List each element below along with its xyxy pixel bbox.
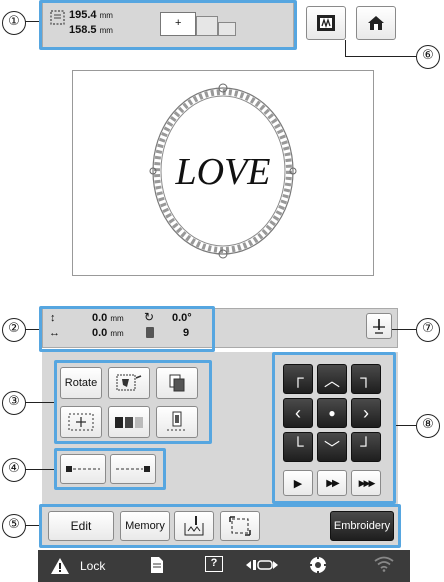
color-blocks-icon	[115, 417, 143, 428]
callout-7: ⑦	[416, 318, 440, 342]
corner-down-left-icon: └	[292, 438, 304, 455]
edit-button[interactable]: Edit	[48, 511, 114, 541]
chevron-right-icon: ›	[363, 402, 369, 423]
basting-button[interactable]	[174, 511, 214, 541]
width-unit: mm	[99, 26, 113, 35]
first-stitch-icon	[66, 466, 100, 472]
fastest-forward-icon: ▶▶▶	[358, 477, 376, 488]
rotation-icon: ↻	[144, 310, 155, 324]
callout-2-leader	[25, 329, 39, 330]
move-up-button[interactable]: ︿	[317, 364, 347, 394]
center-button[interactable]: ●	[317, 398, 347, 428]
move-down-left-button[interactable]: └	[283, 432, 313, 462]
lock-button[interactable]: Lock	[50, 556, 105, 576]
thread-density-button[interactable]	[156, 406, 198, 438]
chevron-down-icon: ﹀	[323, 441, 340, 458]
last-stitch-icon	[116, 466, 150, 472]
presser-foot-icon[interactable]	[244, 556, 280, 574]
callout-8-leader	[396, 425, 416, 426]
hoop-size-indicator: +	[160, 12, 196, 36]
size-icon	[50, 10, 65, 25]
move-left-button[interactable]: ‹	[283, 398, 313, 428]
move-right-button[interactable]: ›	[351, 398, 381, 428]
settings-icon[interactable]	[308, 555, 328, 575]
hoop-size-medium	[196, 16, 218, 36]
play-button[interactable]: ▶	[283, 470, 313, 496]
horizontal-position-value: 0.0	[92, 327, 108, 339]
faster-forward-button[interactable]: ▶▶▶	[351, 470, 381, 496]
rotate-button[interactable]: Rotate	[60, 367, 102, 399]
size-button[interactable]	[60, 406, 102, 438]
callout-7-leader	[392, 329, 416, 330]
fast-forward-icon: ▶▶	[326, 477, 339, 489]
callout-4: ④	[2, 458, 26, 482]
height-value: 195.4	[69, 9, 97, 21]
width-value: 158.5	[69, 24, 97, 36]
spool-icon	[167, 411, 187, 431]
color-change-button[interactable]	[108, 406, 150, 438]
help-button[interactable]: ?	[205, 556, 223, 572]
callout-2: ②	[2, 318, 26, 342]
chevron-left-icon: ‹	[295, 402, 301, 423]
needle-position-button[interactable]	[366, 313, 392, 339]
trial-button[interactable]	[220, 511, 260, 541]
frame-preview-icon	[317, 15, 335, 31]
center-dot-icon: ●	[328, 406, 336, 420]
trial-frame-icon	[229, 516, 251, 536]
vertical-position-value: 0.0	[92, 312, 108, 324]
resize-icon	[68, 413, 94, 431]
vertical-position-unit: mm	[110, 314, 124, 323]
move-down-button[interactable]: ﹀	[317, 432, 347, 462]
basting-icon	[184, 516, 204, 536]
callout-1-leader	[25, 21, 39, 22]
play-icon: ▶	[293, 477, 303, 490]
help-label: ?	[210, 557, 218, 569]
hoop-size-small	[218, 22, 236, 36]
corner-down-right-icon: ┘	[360, 438, 372, 455]
fast-forward-button[interactable]: ▶▶	[317, 470, 347, 496]
warning-icon	[51, 558, 69, 574]
callout-3: ③	[2, 391, 26, 415]
needle-icon	[373, 319, 385, 334]
duplicate-icon	[169, 374, 185, 392]
mirror-icon	[116, 374, 142, 391]
home-button[interactable]	[356, 6, 396, 40]
document-icon[interactable]	[150, 556, 164, 574]
color-count-value: 9	[183, 327, 190, 339]
height-unit: mm	[99, 11, 113, 20]
embroidery-button[interactable]: Embroidery	[330, 511, 394, 541]
duplicate-button[interactable]	[156, 367, 198, 399]
move-up-right-button[interactable]: ┐	[351, 364, 381, 394]
help-icon: ?	[205, 556, 223, 572]
memory-button[interactable]: Memory	[120, 511, 170, 541]
horizontal-arrow-icon: ↔	[49, 327, 60, 339]
callout-1: ①	[2, 11, 26, 35]
wifi-icon[interactable]	[374, 556, 394, 572]
callout-6: ⑥	[416, 45, 440, 69]
mirror-button[interactable]	[108, 367, 150, 399]
callout-4-leader	[25, 469, 54, 470]
design-text: LOVE	[175, 151, 271, 193]
rotation-angle-value: 0.0°	[172, 312, 192, 324]
move-down-right-button[interactable]: ┘	[351, 432, 381, 462]
corner-up-right-icon: ┐	[360, 370, 372, 387]
chevron-up-icon: ︿	[323, 373, 340, 390]
lock-label: Lock	[80, 559, 106, 573]
embroidery-preview-button[interactable]	[306, 6, 346, 40]
vertical-arrow-icon: ↕	[50, 312, 56, 324]
corner-up-left-icon: ┌	[292, 370, 304, 387]
move-up-left-button[interactable]: ┌	[283, 364, 313, 394]
horizontal-position-unit: mm	[110, 329, 124, 338]
last-stitch-button[interactable]	[110, 454, 156, 484]
callout-5-leader	[25, 525, 39, 526]
callout-3-leader	[25, 402, 54, 403]
plus-icon: +	[175, 17, 182, 29]
first-stitch-button[interactable]	[60, 454, 106, 484]
thread-spool-icon	[146, 327, 154, 338]
home-icon	[368, 16, 384, 30]
callout-5: ⑤	[2, 514, 26, 538]
callout-8: ⑧	[416, 414, 440, 438]
callout-6-leader	[345, 56, 416, 57]
